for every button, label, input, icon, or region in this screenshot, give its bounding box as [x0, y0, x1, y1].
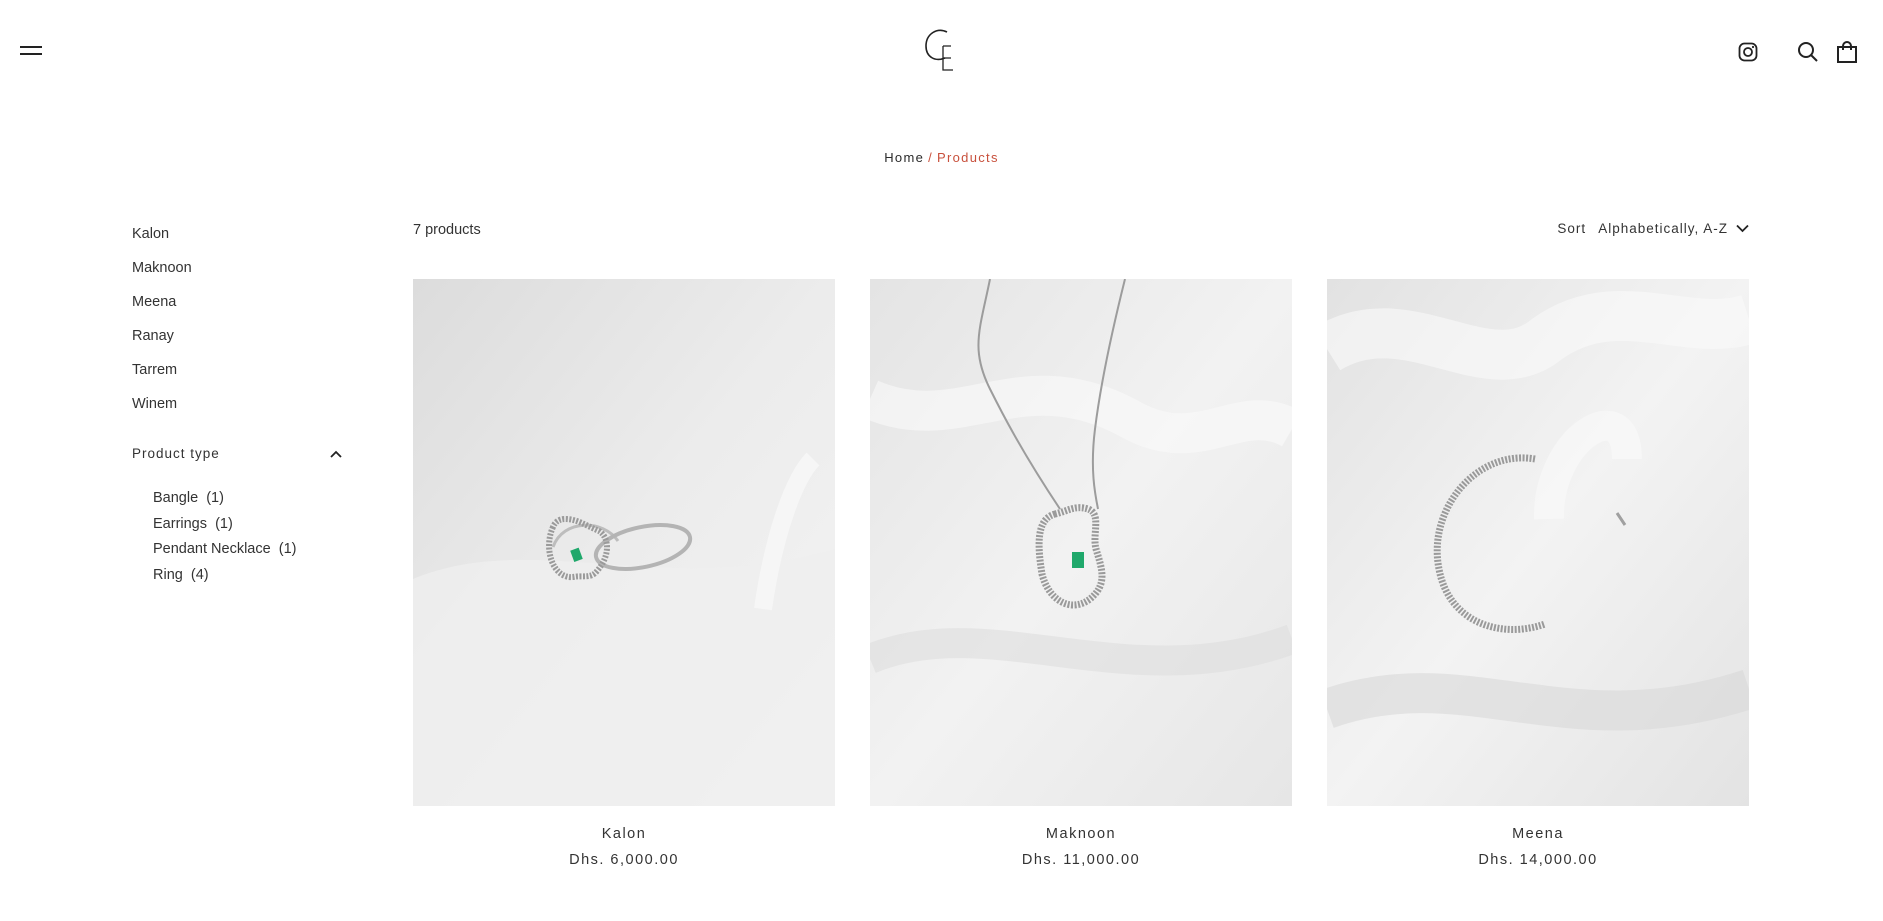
sort-label: Sort: [1557, 221, 1587, 236]
product-card-maknoon[interactable]: Maknoon Dhs. 11,000.00: [870, 279, 1292, 868]
filter-count: (1): [206, 490, 224, 506]
sort-value: Alphabetically, A-Z: [1598, 221, 1728, 236]
filter-item-pendant-necklace[interactable]: Pendant Necklace (1): [153, 539, 352, 565]
filter-item-ring[interactable]: Ring (4): [153, 565, 352, 591]
instagram-icon[interactable]: [1735, 39, 1761, 65]
breadcrumb: Home / Products: [0, 150, 1883, 165]
filter-label: Pendant Necklace: [153, 541, 271, 557]
filter-label: Earrings: [153, 515, 207, 532]
collection-list: Kalon Maknoon Meena Ranay Tarrem Winem: [132, 222, 352, 426]
chevron-down-icon: [1736, 224, 1749, 233]
product-name[interactable]: Meena: [1327, 826, 1749, 842]
filter-count: (1): [215, 515, 233, 532]
product-image[interactable]: [870, 279, 1292, 806]
product-image[interactable]: [1327, 279, 1749, 806]
product-name[interactable]: Maknoon: [870, 826, 1292, 842]
filter-count: (4): [190, 566, 209, 583]
breadcrumb-current: Products: [937, 150, 999, 165]
collection-link-kalon[interactable]: Kalon: [132, 222, 352, 256]
filter-item-bangle[interactable]: Bangle (1): [153, 488, 352, 514]
product-price: Dhs. 6,000.00: [569, 852, 679, 868]
product-image[interactable]: [413, 279, 835, 806]
product-card-kalon[interactable]: Kalon Dhs. 6,000.00: [413, 279, 835, 868]
product-name[interactable]: Kalon: [413, 826, 835, 842]
product-price: Dhs. 14,000.00: [1478, 852, 1598, 868]
menu-icon[interactable]: [20, 44, 42, 58]
logo[interactable]: [917, 24, 967, 78]
logo-mark: [925, 29, 953, 71]
site-header: [0, 0, 1883, 106]
filter-item-earrings[interactable]: Earrings (1): [153, 514, 352, 540]
filter-label: Bangle: [153, 490, 199, 506]
product-type-filter-toggle[interactable]: Product type: [132, 446, 352, 476]
filter-title: Product type: [132, 446, 220, 461]
breadcrumb-home[interactable]: Home: [884, 150, 924, 165]
chevron-up-icon: [330, 450, 342, 458]
bag-icon[interactable]: [1834, 39, 1860, 65]
filter-label: Ring: [153, 566, 183, 583]
product-price: Dhs. 11,000.00: [1021, 852, 1141, 868]
collection-link-maknoon[interactable]: Maknoon: [132, 256, 352, 290]
sidebar: Kalon Maknoon Meena Ranay Tarrem Winem P…: [132, 222, 352, 590]
search-icon[interactable]: [1795, 39, 1821, 65]
sort-dropdown[interactable]: Alphabetically, A-Z: [1598, 221, 1749, 236]
collection-link-winem[interactable]: Winem: [132, 392, 352, 426]
sort-control: Sort Alphabetically, A-Z: [1557, 221, 1749, 236]
product-card-meena[interactable]: Meena Dhs. 14,000.00: [1327, 279, 1749, 868]
product-count: 7 products: [413, 222, 481, 238]
product-type-filter-list: Bangle (1) Earrings (1) Pendant Necklace…: [132, 488, 352, 590]
filter-count: (1): [278, 541, 297, 557]
breadcrumb-separator: /: [928, 150, 934, 165]
collection-link-tarrem[interactable]: Tarrem: [132, 358, 352, 392]
collection-link-ranay[interactable]: Ranay: [132, 324, 352, 358]
collection-link-meena[interactable]: Meena: [132, 290, 352, 324]
